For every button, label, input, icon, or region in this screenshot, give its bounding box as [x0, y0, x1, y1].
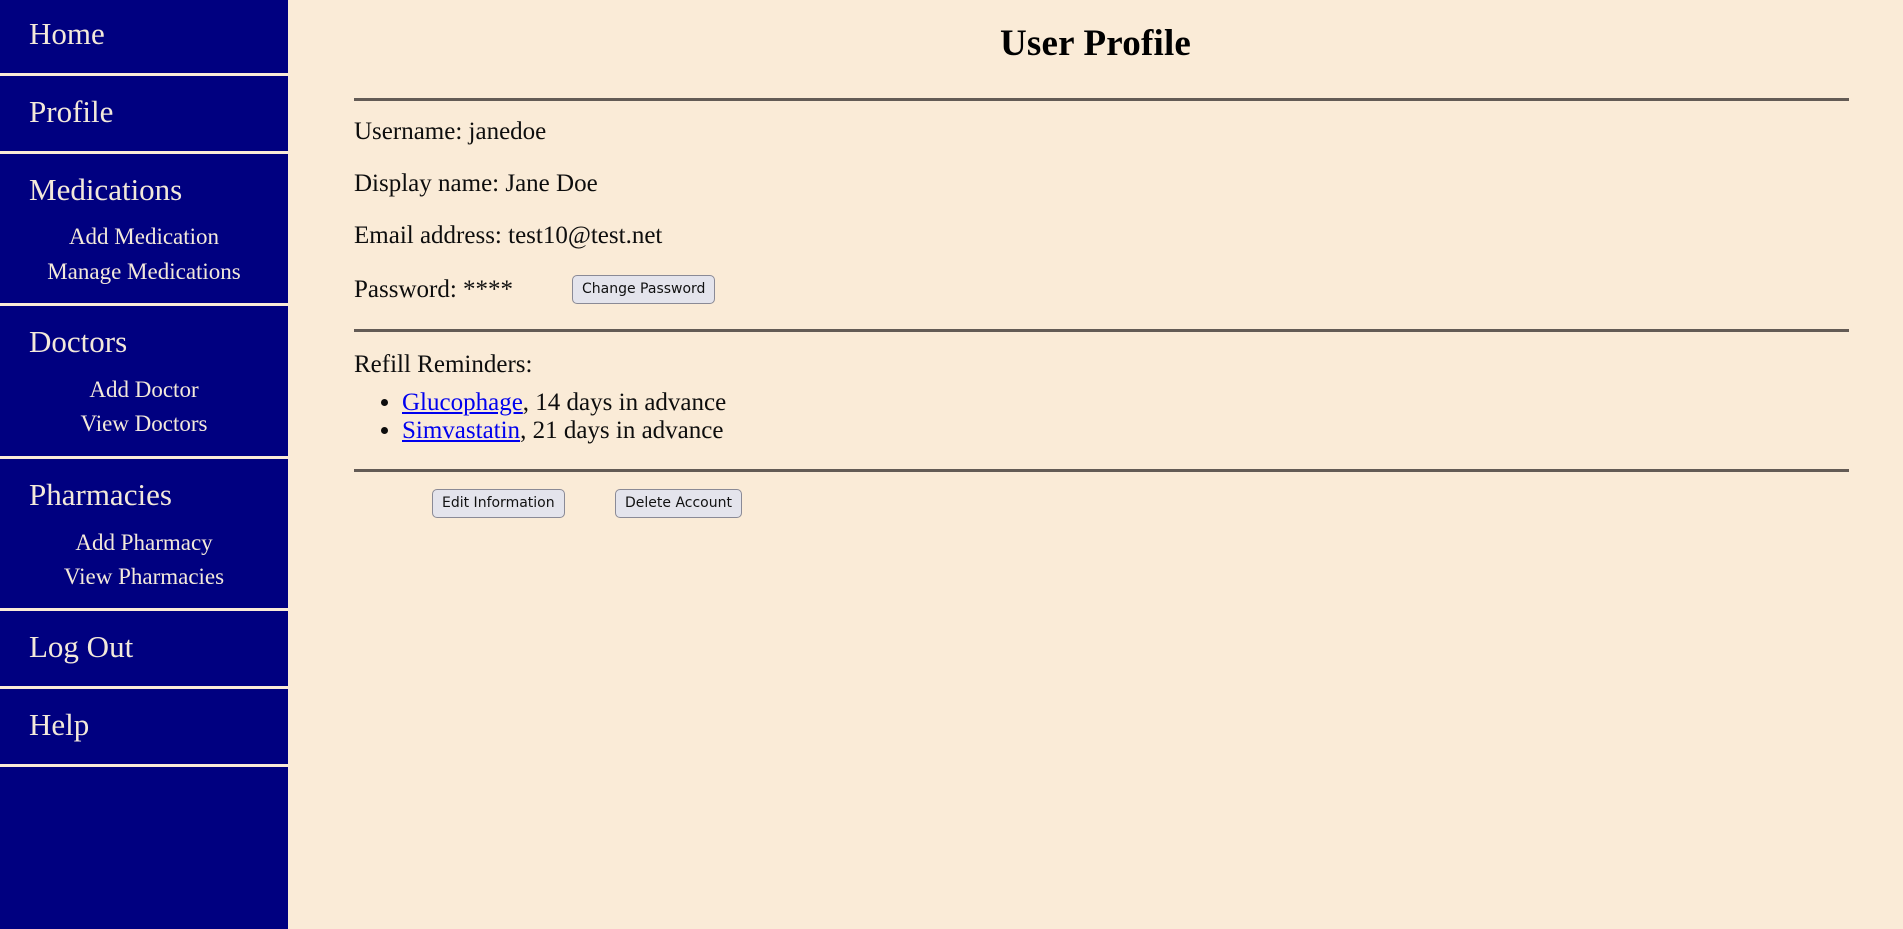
password-row: Password: **** Change Password	[354, 275, 1903, 304]
sidebar-group-medications: Medications Add Medication Manage Medica…	[0, 154, 288, 307]
sidebar-item-view-pharmacies[interactable]: View Pharmacies	[40, 560, 248, 594]
sidebar-subitems-pharmacies: Add Pharmacy View Pharmacies	[0, 524, 288, 599]
main-content: User Profile Username: janedoe Display n…	[288, 0, 1903, 929]
username-row: Username: janedoe	[354, 118, 547, 145]
sidebar-item-log-out[interactable]: Log Out	[0, 619, 288, 676]
sidebar-item-medications[interactable]: Medications	[0, 162, 288, 219]
sidebar-navigation: Home Profile Medications Add Medication …	[0, 0, 288, 929]
sidebar-group-home: Home	[0, 0, 288, 76]
list-item: Simvastatin, 21 days in advance	[402, 417, 1903, 445]
email-row: Email address: test10@test.net	[354, 222, 663, 249]
medication-link-glucophage[interactable]: Glucophage	[402, 389, 523, 416]
sidebar-item-doctors[interactable]: Doctors	[0, 314, 288, 371]
sidebar-item-add-medication[interactable]: Add Medication	[40, 220, 248, 254]
reminder-detail: , 21 days in advance	[520, 416, 724, 444]
edit-information-button[interactable]: Edit Information	[432, 489, 565, 518]
sidebar-item-pharmacies[interactable]: Pharmacies	[0, 467, 288, 524]
sidebar-item-home[interactable]: Home	[0, 6, 288, 63]
sidebar-group-help: Help	[0, 689, 288, 767]
sidebar-group-pharmacies: Pharmacies Add Pharmacy View Pharmacies	[0, 459, 288, 612]
password-label: Password: ****	[354, 276, 514, 303]
profile-details: Username: janedoe Display name: Jane Doe…	[288, 101, 1903, 304]
page-title: User Profile	[999, 23, 1192, 64]
display-name-row: Display name: Jane Doe	[354, 170, 598, 197]
medication-link-simvastatin[interactable]: Simvastatin	[402, 417, 520, 444]
refill-reminders-heading: Refill Reminders:	[354, 351, 533, 378]
account-actions: Edit Information Delete Account	[288, 472, 1903, 532]
reminder-detail: , 14 days in advance	[522, 389, 727, 416]
sidebar-subitems-medications: Add Medication Manage Medications	[0, 218, 288, 293]
change-password-button[interactable]: Change Password	[572, 275, 716, 304]
sidebar-item-help[interactable]: Help	[0, 697, 288, 754]
sidebar-group-profile: Profile	[0, 76, 288, 154]
sidebar-item-add-pharmacy[interactable]: Add Pharmacy	[40, 526, 248, 560]
sidebar-item-add-doctor[interactable]: Add Doctor	[40, 373, 248, 407]
sidebar-item-view-doctors[interactable]: View Doctors	[40, 407, 248, 441]
sidebar-item-profile[interactable]: Profile	[0, 84, 288, 141]
app-root: Home Profile Medications Add Medication …	[0, 0, 1903, 929]
refill-reminders-list: Glucophage, 14 days in advance Simvastat…	[288, 389, 1903, 444]
sidebar-group-doctors: Doctors Add Doctor View Doctors	[0, 306, 288, 459]
delete-account-button[interactable]: Delete Account	[615, 489, 742, 518]
sidebar-subitems-doctors: Add Doctor View Doctors	[0, 371, 288, 446]
sidebar-item-manage-medications[interactable]: Manage Medications	[40, 255, 248, 289]
sidebar-group-logout: Log Out	[0, 611, 288, 690]
list-item: Glucophage, 14 days in advance	[402, 389, 1903, 417]
